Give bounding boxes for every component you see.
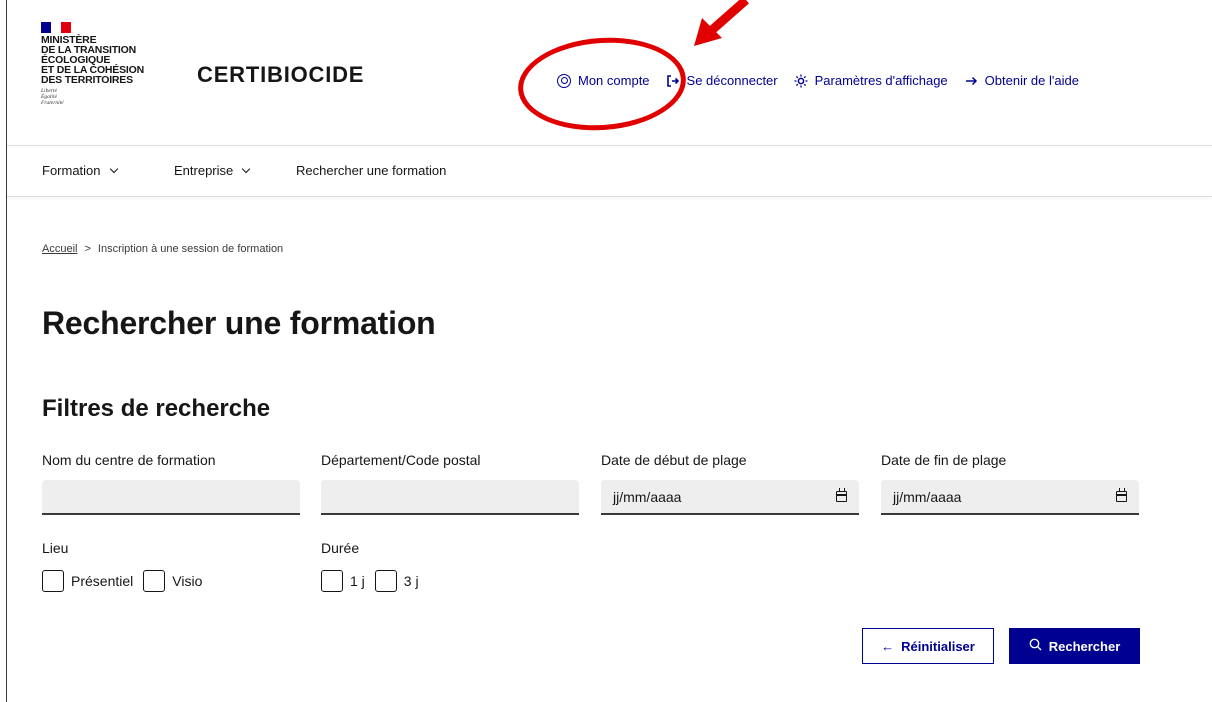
breadcrumb-current: Inscription à une session de formation <box>97 243 284 255</box>
motto-line: Fraternité <box>41 100 64 106</box>
checkbox-box[interactable] <box>143 570 166 592</box>
display-settings-label: Paramètres d'affichage <box>814 73 948 88</box>
checkbox-box[interactable] <box>374 570 397 592</box>
french-flag-icon <box>41 22 71 33</box>
reset-label: Réinitialiser <box>901 638 975 654</box>
date-fin-label: Date de fin de plage <box>881 452 1007 468</box>
search-button[interactable]: Rechercher <box>1009 628 1140 664</box>
main-navigation: Formation Entreprise Rechercher une form… <box>7 147 1212 197</box>
nav-item-entreprise[interactable]: Entreprise <box>174 163 251 178</box>
checkbox-box[interactable] <box>42 570 64 592</box>
sun-icon <box>794 74 808 88</box>
help-label: Obtenir de l'aide <box>984 73 1079 88</box>
centre-field: Nom du centre de formation <box>42 452 300 515</box>
arrow-right-icon <box>964 74 978 88</box>
chevron-down-icon <box>242 164 251 173</box>
nav-item-label: Formation <box>42 163 101 178</box>
search-label: Rechercher <box>1048 638 1121 654</box>
logout-label: Se déconnecter <box>686 73 778 88</box>
departement-input[interactable] <box>321 480 579 515</box>
checkbox-presentiel[interactable]: Présentiel <box>42 570 133 592</box>
date-debut-field: Date de début de plage jj/mm/aaaa <box>601 452 859 515</box>
calendar-icon[interactable] <box>836 488 847 502</box>
date-fin-placeholder: jj/mm/aaaa <box>893 488 962 505</box>
checkbox-label: 1 j <box>350 573 365 589</box>
centre-label: Nom du centre de formation <box>42 452 216 468</box>
checkbox-3j[interactable]: 3 j <box>374 570 419 592</box>
filters-title: Filtres de recherche <box>42 395 271 422</box>
checkbox-label: 3 j <box>403 573 419 589</box>
centre-input[interactable] <box>42 480 300 515</box>
reset-button[interactable]: ← Réinitialiser <box>862 628 994 664</box>
checkbox-visio[interactable]: Visio <box>143 570 202 592</box>
date-fin-input[interactable]: jj/mm/aaaa <box>881 480 1139 515</box>
date-debut-input[interactable]: jj/mm/aaaa <box>601 480 859 515</box>
nav-item-label: Entreprise <box>174 163 234 178</box>
annotation-arrow-icon <box>694 0 749 46</box>
breadcrumb-separator-icon: > <box>84 243 91 255</box>
calendar-icon[interactable] <box>1116 488 1127 502</box>
lieu-group: Lieu Présentiel Visio <box>42 540 212 592</box>
arrow-left-icon: ← <box>881 638 895 654</box>
service-title[interactable]: CERTIBIOCIDE <box>197 62 364 88</box>
checkbox-box[interactable] <box>321 570 343 592</box>
search-icon <box>1029 638 1042 654</box>
nav-item-rechercher-formation[interactable]: Rechercher une formation <box>296 163 446 178</box>
nav-item-formation[interactable]: Formation <box>42 163 118 178</box>
ministry-logo[interactable]: MINISTÈRE DE LA TRANSITION ÉCOLOGIQUE ET… <box>41 22 151 106</box>
display-settings-link[interactable]: Paramètres d'affichage <box>794 73 948 88</box>
departement-label: Département/Code postal <box>321 452 481 468</box>
breadcrumb: Accueil > Inscription à une session de f… <box>42 243 283 255</box>
checkbox-label: Présentiel <box>71 573 134 589</box>
checkbox-1j[interactable]: 1 j <box>321 570 365 592</box>
chevron-down-icon <box>109 164 118 173</box>
help-link[interactable]: Obtenir de l'aide <box>964 73 1079 88</box>
breadcrumb-home-link[interactable]: Accueil <box>42 243 77 255</box>
date-fin-field: Date de fin de plage jj/mm/aaaa <box>881 452 1139 515</box>
ministry-line: DES TERRITOIRES <box>41 74 133 86</box>
ministry-name: MINISTÈRE DE LA TRANSITION ÉCOLOGIQUE ET… <box>41 35 151 86</box>
checkbox-label: Visio <box>172 573 203 589</box>
lieu-label: Lieu <box>42 540 69 556</box>
republic-motto: Liberté Égalité Fraternité <box>41 88 151 106</box>
page-title: Rechercher une formation <box>42 305 436 341</box>
date-debut-label: Date de début de plage <box>601 452 747 468</box>
nav-item-label: Rechercher une formation <box>296 163 447 178</box>
date-debut-placeholder: jj/mm/aaaa <box>613 488 682 505</box>
duree-label: Durée <box>321 540 360 556</box>
duree-group: Durée 1 j 3 j <box>321 540 429 592</box>
departement-field: Département/Code postal <box>321 452 579 515</box>
